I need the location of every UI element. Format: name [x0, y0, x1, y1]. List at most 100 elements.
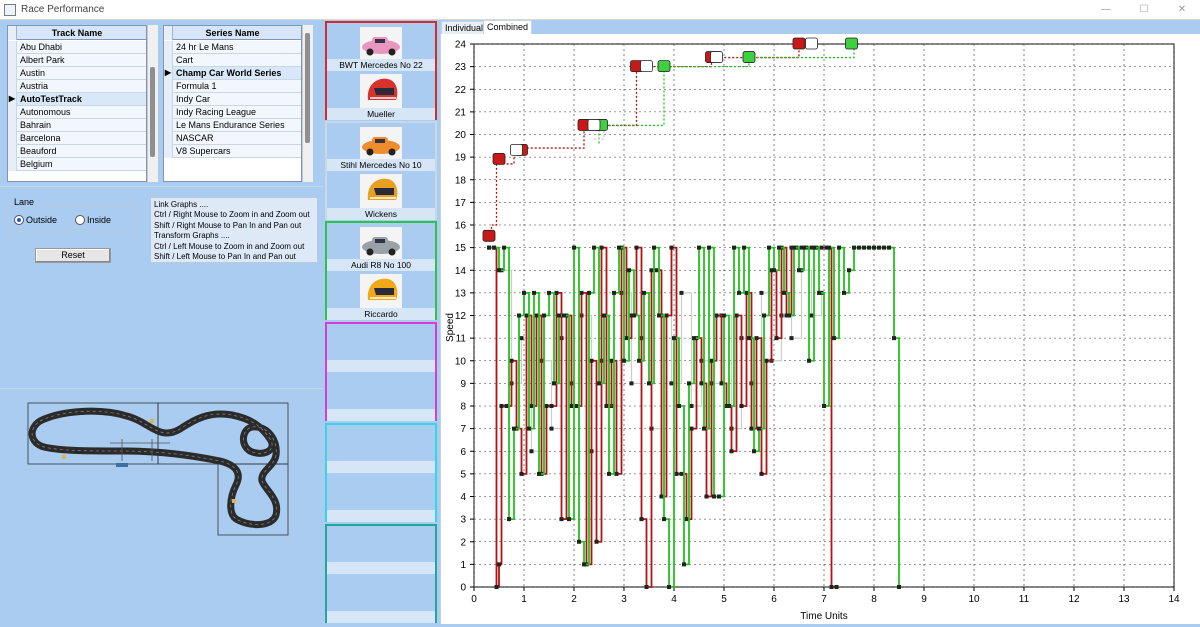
series-name: Indy Racing League [176, 107, 257, 117]
x-tick-label: 13 [1118, 594, 1130, 605]
y-tick-label: 20 [455, 130, 467, 141]
speed-data-point [634, 245, 639, 250]
track-row[interactable]: Bahrain [8, 119, 146, 132]
series-row[interactable]: ▶ Champ Car World Series [164, 67, 301, 80]
speed-data-point [549, 404, 554, 408]
track-row[interactable]: ▶ AutoTestTrack [8, 93, 146, 106]
speed-data-point [494, 585, 499, 589]
row-selector [164, 54, 173, 67]
car-panel[interactable]: BWT Mercedes No 22 Mueller [325, 21, 437, 120]
speed-data-point [652, 245, 656, 250]
track-row[interactable]: Beauford [8, 145, 146, 158]
lane-inside-label[interactable]: Inside [87, 215, 111, 225]
speed-data-point [729, 449, 734, 454]
series-row[interactable]: Le Mans Endurance Series [164, 119, 301, 132]
lane-outside-label[interactable]: Outside [26, 215, 57, 225]
speed-data-point [497, 268, 501, 273]
speed-data-point [679, 471, 684, 476]
empty-car-slot[interactable] [325, 524, 437, 623]
row-selector [8, 132, 17, 145]
y-tick-label: 11 [456, 334, 467, 345]
speed-data-point [609, 358, 614, 363]
series-list-header: Series Name [164, 26, 301, 40]
car-panel[interactable]: Stihl Mercedes No 10 Wickens [325, 121, 437, 220]
lane-inside-radio[interactable] [75, 215, 85, 225]
speed-data-point [847, 268, 851, 273]
series-row[interactable]: Cart [164, 54, 301, 67]
speed-data-point [517, 313, 521, 318]
row-selector [164, 132, 173, 145]
speed-data-point [852, 245, 856, 250]
speed-data-point [744, 290, 749, 295]
speed-data-point [492, 245, 496, 250]
track-name: Beauford [20, 146, 57, 156]
speed-data-point [554, 290, 559, 295]
car-panel[interactable]: Audi R8 No 100 Riccardo [325, 221, 437, 320]
track-name: Austin [20, 68, 46, 78]
track-row[interactable]: Belgium [8, 158, 146, 171]
track-row[interactable]: Austin [8, 67, 146, 80]
empty-car-slot[interactable] [325, 423, 437, 522]
y-axis-label: Speed [445, 313, 456, 342]
y-tick-label: 7 [460, 424, 466, 435]
speed-data-point [587, 290, 591, 295]
slot-label-area [327, 562, 435, 574]
series-list-scrollbar[interactable] [302, 25, 313, 182]
series-name: Champ Car World Series [176, 68, 282, 78]
row-selector [8, 145, 17, 158]
speed-data-point [549, 426, 554, 431]
row-selector [164, 80, 173, 93]
speed-data-point [529, 404, 534, 408]
empty-car-slot[interactable] [325, 322, 437, 421]
series-name: Cart [176, 55, 194, 65]
speed-data-point [642, 290, 646, 295]
track-scroll-thumb[interactable] [150, 67, 155, 157]
track-row[interactable]: Barcelona [8, 132, 146, 145]
lap-marker [742, 51, 756, 63]
slot-label-area [327, 510, 435, 522]
speed-data-point [654, 268, 659, 273]
row-selector [164, 41, 173, 54]
speed-data-point [822, 404, 826, 408]
lap-marker [587, 119, 601, 131]
y-tick-label: 18 [455, 175, 467, 186]
track-row[interactable]: Abu Dhabi [8, 41, 146, 54]
driver-name-label: Wickens [327, 208, 435, 220]
speed-data-point [832, 336, 836, 341]
speed-data-point [487, 245, 491, 250]
track-map [27, 402, 289, 536]
speed-data-point [877, 245, 881, 250]
series-scroll-thumb[interactable] [305, 33, 310, 143]
speed-data-point [592, 245, 596, 250]
lane-outside-radio[interactable] [14, 215, 24, 225]
series-row[interactable]: Indy Racing League [164, 106, 301, 119]
series-row[interactable]: Formula 1 [164, 80, 301, 93]
track-row[interactable]: Austria [8, 80, 146, 93]
speed-data-point [617, 245, 621, 250]
track-row[interactable]: Autonomous [8, 106, 146, 119]
track-row[interactable]: Albert Park [8, 54, 146, 67]
tab-individual[interactable]: Individual [441, 21, 488, 35]
series-row[interactable]: Indy Car [164, 93, 301, 106]
minimize-button[interactable]: — [1094, 2, 1118, 18]
speed-data-point [714, 313, 719, 318]
track-list-scrollbar[interactable] [147, 25, 158, 182]
close-button[interactable]: ✕ [1170, 2, 1194, 18]
speed-data-point [752, 449, 756, 454]
series-row[interactable]: V8 Supercars [164, 145, 301, 158]
lap-marker [657, 60, 671, 73]
lap-marker [640, 60, 653, 73]
y-tick-label: 15 [455, 243, 467, 254]
maximize-button[interactable]: ☐ [1132, 2, 1156, 18]
speed-data-point [777, 245, 781, 250]
row-selector [8, 80, 17, 93]
y-tick-label: 21 [455, 107, 467, 118]
speed-chart[interactable]: 0 1 2 3 4 5 6 7 8 9 10 11 12 13 1401234567891011121314… [441, 34, 1200, 624]
car-image [360, 27, 402, 61]
speed-data-point [512, 426, 516, 431]
series-row[interactable]: 24 hr Le Mans [164, 41, 301, 54]
reset-button[interactable]: Reset [35, 248, 111, 263]
tab-combined[interactable]: Combined [483, 20, 533, 35]
series-row[interactable]: NASCAR [164, 132, 301, 145]
car-image [360, 127, 402, 161]
